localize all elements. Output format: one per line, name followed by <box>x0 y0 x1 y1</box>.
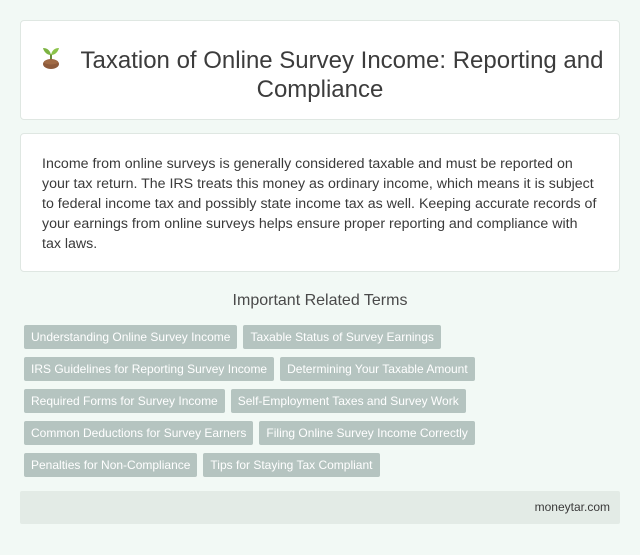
tag-row: Required Forms for Survey Income Self-Em… <box>24 389 494 413</box>
tag-row: Understanding Online Survey Income Taxab… <box>24 325 494 349</box>
tag[interactable]: Required Forms for Survey Income <box>24 389 225 413</box>
tag[interactable]: Tips for Staying Tax Compliant <box>203 453 380 477</box>
related-terms-heading: Important Related Terms <box>232 292 408 309</box>
related-terms-list: Understanding Online Survey Income Taxab… <box>24 325 494 485</box>
tag-row: IRS Guidelines for Reporting Survey Inco… <box>24 357 494 381</box>
tag[interactable]: Penalties for Non-Compliance <box>24 453 198 477</box>
page-title: Taxation of Online Survey Income: Report… <box>80 47 604 103</box>
tag-row: Common Deductions for Survey Earners Fil… <box>24 421 494 445</box>
seedling-icon <box>42 48 59 69</box>
footer-site-link[interactable]: moneytar.com <box>535 500 610 514</box>
description-text: Income from online surveys is generally … <box>42 156 597 252</box>
tag[interactable]: Self-Employment Taxes and Survey Work <box>230 389 466 413</box>
tag[interactable]: Filing Online Survey Income Correctly <box>259 421 475 445</box>
tag[interactable]: IRS Guidelines for Reporting Survey Inco… <box>24 357 275 381</box>
tag[interactable]: Common Deductions for Survey Earners <box>24 421 254 445</box>
tag[interactable]: Understanding Online Survey Income <box>24 325 238 349</box>
tag[interactable]: Taxable Status of Survey Earnings <box>243 325 441 349</box>
tag[interactable]: Determining Your Taxable Amount <box>280 357 475 381</box>
title-card: Taxation of Online Survey Income: Report… <box>20 20 620 120</box>
footer: moneytar.com <box>20 491 620 524</box>
page-title-wrap: Taxation of Online Survey Income: Report… <box>21 44 619 104</box>
description-card: Income from online surveys is generally … <box>20 133 620 272</box>
tag-row: Penalties for Non-Compliance Tips for St… <box>24 453 494 477</box>
